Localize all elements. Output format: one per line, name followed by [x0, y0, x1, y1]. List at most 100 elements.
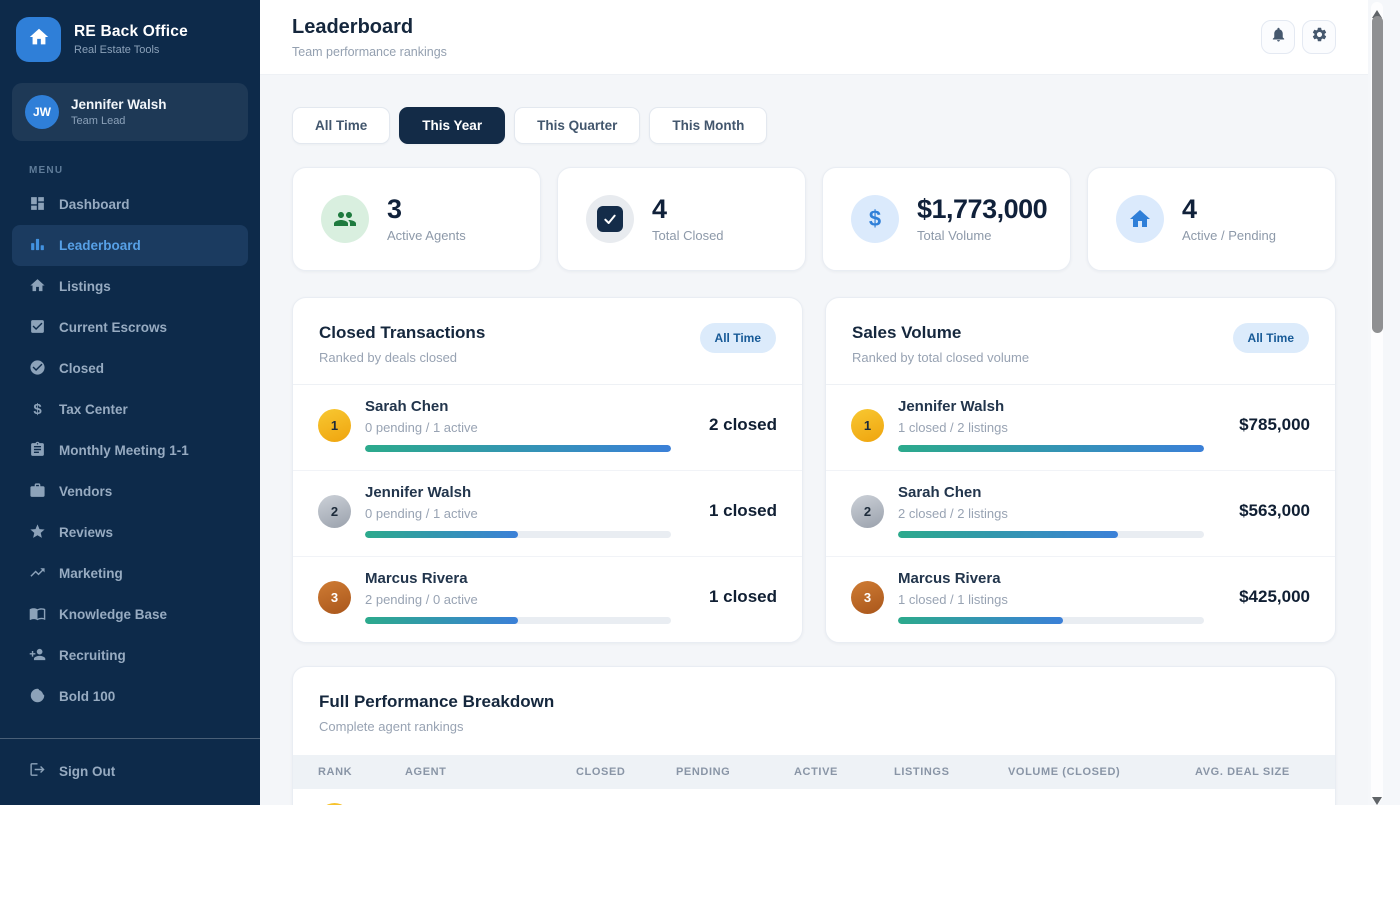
- stat-value: 4: [1182, 193, 1197, 224]
- agent-detail: 2 closed / 2 listings: [898, 506, 1008, 521]
- progress-track: [898, 617, 1204, 624]
- agent-name: Sarah Chen: [898, 484, 982, 501]
- sidebar-item-monthly-meeting[interactable]: Monthly Meeting 1-1: [12, 430, 248, 471]
- rank-value: $563,000: [1239, 501, 1310, 520]
- brand-subtitle: Real Estate Tools: [74, 44, 160, 56]
- page-subtitle: Team performance rankings: [292, 44, 447, 59]
- progress-track: [365, 445, 671, 452]
- home-icon: [28, 26, 50, 53]
- sidebar-item-leaderboard[interactable]: Leaderboard: [12, 225, 248, 266]
- rank-row[interactable]: 3 Marcus Rivera 2 pending / 0 active 1 c…: [293, 557, 802, 642]
- briefcase-icon: [29, 482, 46, 502]
- sidebar-item-tax-center[interactable]: $ Tax Center: [12, 389, 248, 430]
- progress-fill: [898, 617, 1064, 624]
- table-row[interactable]: 1 Jennifer Walsh 1 0 1 2 $785,000 $785,0…: [293, 789, 1335, 805]
- scrollbar-down-arrow[interactable]: [1372, 792, 1382, 805]
- sidebar-item-label: Marketing: [59, 566, 123, 581]
- filter-all-time[interactable]: All Time: [292, 107, 391, 144]
- agent-detail: 0 pending / 1 active: [365, 506, 478, 521]
- sidebar-item-current-escrows[interactable]: Current Escrows: [12, 307, 248, 348]
- check-circle-icon: [29, 359, 46, 379]
- sidebar-item-label: Bold 100: [59, 689, 116, 704]
- sidebar-item-reviews[interactable]: Reviews: [12, 512, 248, 553]
- panel-title: Closed Transactions: [319, 323, 486, 342]
- filter-this-quarter[interactable]: This Quarter: [514, 107, 641, 144]
- all-time-badge: All Time: [1232, 323, 1309, 353]
- rank-row[interactable]: 2 Sarah Chen 2 closed / 2 listings $563,…: [826, 471, 1335, 557]
- all-time-badge: All Time: [699, 323, 776, 353]
- column-header: RANK: [318, 766, 353, 778]
- sidebar-item-label: Tax Center: [59, 402, 128, 417]
- sidebar-item-label: Listings: [59, 279, 111, 294]
- sidebar-item-knowledge-base[interactable]: Knowledge Base: [12, 594, 248, 635]
- rank-row[interactable]: 1 Sarah Chen 0 pending / 1 active 2 clos…: [293, 385, 802, 471]
- sidebar-item-vendors[interactable]: Vendors: [12, 471, 248, 512]
- ranking-panels: Closed Transactions Ranked by deals clos…: [292, 297, 1336, 643]
- rank-row[interactable]: 3 Marcus Rivera 1 closed / 1 listings $4…: [826, 557, 1335, 642]
- sidebar-item-label: Vendors: [59, 484, 113, 499]
- progress-track: [365, 531, 671, 538]
- filter-this-month[interactable]: This Month: [649, 107, 768, 144]
- sidebar-item-listings[interactable]: Listings: [12, 266, 248, 307]
- progress-fill: [898, 445, 1204, 452]
- book-icon: [29, 605, 46, 625]
- stat-label: Total Volume: [917, 228, 992, 244]
- panel-subtitle: Complete agent rankings: [319, 719, 464, 734]
- time-filter-group: All Time This Year This Quarter This Mon…: [292, 107, 1336, 144]
- rank-badge: 1: [318, 408, 351, 442]
- sign-out-button[interactable]: Sign Out: [12, 751, 248, 791]
- rank-value: 1 closed: [708, 587, 777, 606]
- agent-name: Jennifer Walsh: [898, 398, 1005, 415]
- clipboard-icon: [29, 441, 46, 461]
- rank-value: $425,000: [1239, 587, 1310, 606]
- panel-subtitle: Ranked by deals closed: [319, 350, 458, 365]
- signout-section: Sign Out: [0, 738, 260, 805]
- panel-title: Full Performance Breakdown: [319, 692, 555, 711]
- header-actions: [1261, 20, 1336, 54]
- dollar-icon: $: [868, 206, 882, 231]
- performance-breakdown-panel: Full Performance Breakdown Complete agen…: [292, 666, 1336, 805]
- scrollbar-thumb[interactable]: [1371, 16, 1383, 333]
- agent-name: Jennifer Walsh: [365, 484, 472, 501]
- dollar-icon: $: [33, 401, 42, 418]
- sidebar-item-label: Dashboard: [59, 197, 130, 212]
- sidebar-item-label: Knowledge Base: [59, 607, 168, 622]
- filter-this-year[interactable]: This Year: [399, 107, 506, 144]
- brand-title: RE Back Office: [74, 23, 188, 40]
- stat-label: Total Closed: [652, 228, 724, 244]
- column-header: PENDING: [676, 766, 731, 778]
- scrollbar-up-arrow[interactable]: [1372, 5, 1382, 18]
- rank-badge: 1: [318, 803, 351, 805]
- progress-fill: [365, 531, 518, 538]
- person-add-icon: [29, 646, 46, 666]
- sidebar-item-marketing[interactable]: Marketing: [12, 553, 248, 594]
- bar-chart-icon: [29, 236, 46, 256]
- user-card[interactable]: JW Jennifer Walsh Team Lead: [12, 83, 248, 141]
- rank-row[interactable]: 1 Jennifer Walsh 1 closed / 2 listings $…: [826, 385, 1335, 471]
- page-header: Leaderboard Team performance rankings: [260, 0, 1368, 75]
- home-icon: [1116, 195, 1164, 243]
- scrollbar: [1368, 0, 1400, 805]
- progress-fill: [365, 617, 518, 624]
- column-header: AGENT: [405, 766, 447, 778]
- panel-subtitle: Ranked by total closed volume: [852, 350, 1030, 365]
- notifications-button[interactable]: [1261, 20, 1295, 54]
- column-header: VOLUME (CLOSED): [1008, 766, 1121, 778]
- rank-row[interactable]: 2 Jennifer Walsh 0 pending / 1 active 1 …: [293, 471, 802, 557]
- agent-name: Marcus Rivera: [365, 570, 468, 587]
- column-header: ACTIVE: [794, 766, 838, 778]
- sidebar-item-closed[interactable]: Closed: [12, 348, 248, 389]
- avatar: JW: [25, 95, 59, 129]
- stat-cards: 3 Active Agents 4 Total Closed $ $1,773,…: [292, 167, 1336, 271]
- sidebar-item-dashboard[interactable]: Dashboard: [12, 184, 248, 225]
- sidebar-item-label: Closed: [59, 361, 105, 376]
- settings-button[interactable]: [1302, 20, 1336, 54]
- sidebar-item-bold-100[interactable]: Bold 100: [12, 676, 248, 717]
- sidebar-item-recruiting[interactable]: Recruiting: [12, 635, 248, 676]
- check-square-icon: [597, 206, 623, 232]
- rank-badge: 3: [851, 580, 884, 614]
- sidebar-item-label: Leaderboard: [59, 238, 141, 253]
- sidebar-item-label: Monthly Meeting 1-1: [59, 443, 189, 458]
- app-window: RE Back Office Real Estate Tools JW Jenn…: [0, 0, 1400, 805]
- loop-icon: [29, 687, 46, 707]
